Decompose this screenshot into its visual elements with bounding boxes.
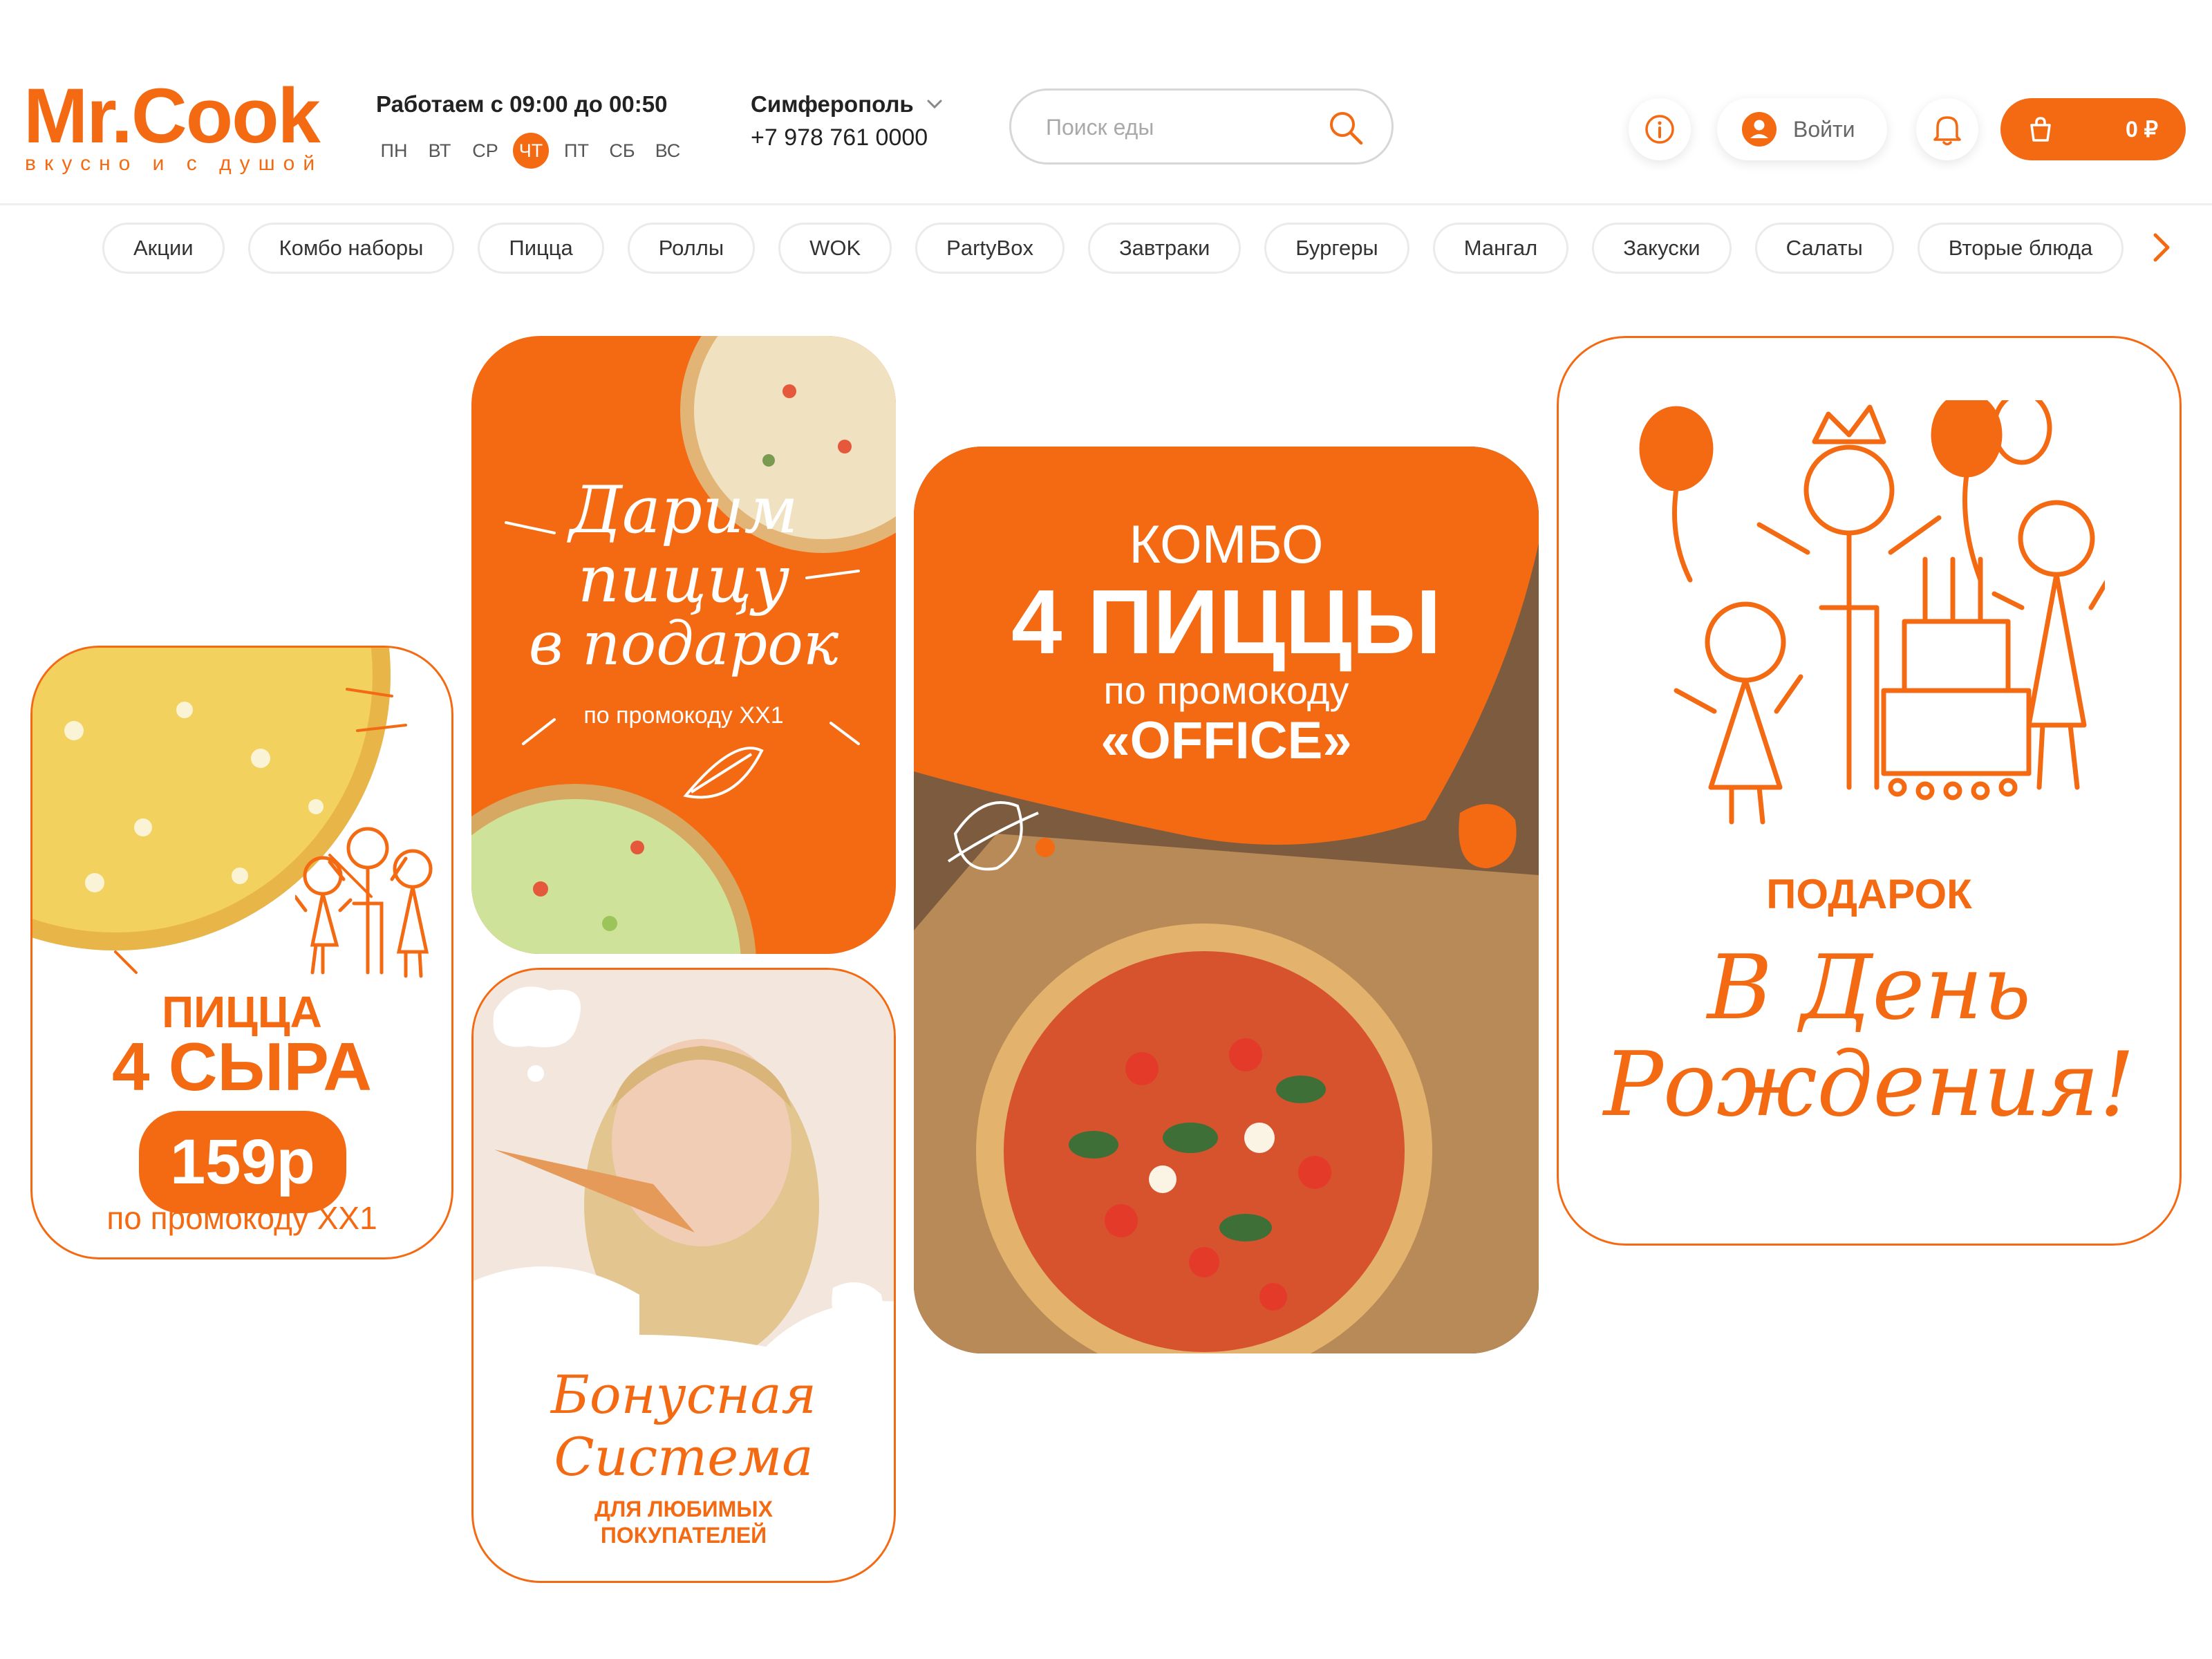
promo-code-value: «OFFICE» bbox=[1100, 711, 1352, 770]
category-chip[interactable]: Салаты bbox=[1754, 223, 1894, 274]
promo-card-combo[interactable]: КОМБО 4 ПИЦЦЫ по промокоду «OFFICE» bbox=[914, 447, 1539, 1353]
promo-code-text: по промокоду ХХ1 bbox=[106, 1200, 377, 1236]
category-chip[interactable]: Акции bbox=[102, 223, 225, 274]
categories-next-button[interactable] bbox=[2148, 229, 2173, 269]
category-nav: Акции Комбо наборы Пицца Роллы WOK Party… bbox=[102, 223, 2124, 274]
search-box bbox=[1009, 88, 1394, 165]
category-chip[interactable]: Вторые блюда bbox=[1917, 223, 2124, 274]
notifications-button[interactable] bbox=[1916, 98, 1978, 160]
category-chip[interactable]: Закуски bbox=[1592, 223, 1732, 274]
category-chip[interactable]: Завтраки bbox=[1087, 223, 1241, 274]
chevron-down-icon bbox=[927, 100, 942, 109]
info-button[interactable] bbox=[1629, 98, 1691, 160]
category-chip[interactable]: Пицца bbox=[478, 223, 604, 274]
bell-icon bbox=[1933, 116, 1961, 146]
phone-number[interactable]: +7 978 761 0000 bbox=[751, 124, 928, 151]
kids-illustration bbox=[295, 827, 433, 978]
cart-total: 0 ₽ bbox=[2125, 117, 2158, 142]
login-button[interactable]: Войти bbox=[1717, 98, 1887, 160]
promo-title-line1: Дарим bbox=[569, 473, 798, 548]
user-icon bbox=[1742, 112, 1777, 147]
promo-title-line2: 4 ПИЦЦЫ bbox=[1011, 571, 1441, 673]
promo-card-bonus[interactable]: Бонусная Система ДЛЯ ЛЮБИМЫХ ПОКУПАТЕЛЕЙ bbox=[471, 968, 896, 1583]
weekday: СБ bbox=[609, 140, 635, 161]
weekday-list: ПН ВТ СР ЧТ ПТ СБ ВС bbox=[376, 133, 686, 169]
category-chip[interactable]: Роллы bbox=[627, 223, 756, 274]
promo-title-line2: Система bbox=[554, 1426, 814, 1488]
cart-icon bbox=[2030, 117, 2051, 142]
header-divider bbox=[0, 203, 2212, 205]
category-chip[interactable]: WOK bbox=[778, 223, 892, 274]
weekday: ПТ bbox=[564, 140, 589, 161]
chevron-right-icon bbox=[2153, 233, 2170, 262]
search-icon[interactable] bbox=[1327, 109, 1365, 147]
category-chip[interactable]: Мангал bbox=[1432, 223, 1569, 274]
login-label: Войти bbox=[1793, 116, 1855, 142]
weekday: ВС bbox=[655, 140, 681, 161]
promo-title-line1: КОМБО bbox=[1129, 514, 1324, 574]
search-input[interactable] bbox=[1044, 107, 1324, 147]
city-selector[interactable]: Симферополь bbox=[751, 91, 943, 118]
logo[interactable]: Mr.Cook bbox=[24, 77, 321, 155]
weekday: ПН bbox=[380, 140, 408, 161]
category-chip[interactable]: Комбо наборы bbox=[247, 223, 455, 274]
working-hours: Работаем с 09:00 до 00:50 bbox=[376, 91, 668, 117]
weekday: ВТ bbox=[428, 140, 451, 161]
promo-card-gift-pizza[interactable]: Дарим пиццу в подарок по промокоду ХХ1 bbox=[471, 336, 896, 954]
weekday: СР bbox=[472, 140, 498, 161]
logo-tagline: вкусно и с душой bbox=[25, 152, 324, 175]
promo-subtitle-line2: ПОКУПАТЕЛЕЙ bbox=[600, 1523, 767, 1548]
promo-title-line3: в подарок bbox=[528, 610, 839, 679]
promo-title-line2: В День bbox=[1707, 937, 2032, 1040]
promo-code-label: по промокоду bbox=[1103, 668, 1349, 712]
promo-title-line1: Бонусная bbox=[550, 1364, 816, 1425]
promo-title-line1: ПОДАРОК bbox=[1766, 871, 1972, 917]
weekday-today: ЧТ bbox=[513, 133, 549, 169]
promo-title-line2: 4 СЫРА bbox=[112, 1029, 372, 1105]
promo-title-line2: пиццу bbox=[577, 542, 790, 617]
promo-card-four-cheese[interactable]: ПИЦЦА 4 СЫРА 159р по промокоду ХХ1 bbox=[30, 646, 453, 1259]
city-name: Симферополь bbox=[751, 91, 914, 117]
promo-card-birthday[interactable]: ПОДАРОК В День Рождения! bbox=[1557, 336, 2182, 1246]
promo-subtitle-line1: ДЛЯ ЛЮБИМЫХ bbox=[594, 1497, 773, 1521]
category-chip[interactable]: Бургеры bbox=[1264, 223, 1409, 274]
cart-button[interactable]: 0 ₽ bbox=[2000, 98, 2186, 160]
promo-code-text: по промокоду ХХ1 bbox=[583, 702, 784, 729]
category-chip[interactable]: PartyBox bbox=[915, 223, 1065, 274]
info-icon bbox=[1645, 115, 1674, 144]
birthday-kids-illustration bbox=[1639, 400, 2105, 825]
girl-eating-pizza-photo bbox=[474, 970, 894, 1385]
promo-title-line3: Рождения! bbox=[1603, 1033, 2135, 1136]
promo-price: 159р bbox=[139, 1111, 346, 1213]
